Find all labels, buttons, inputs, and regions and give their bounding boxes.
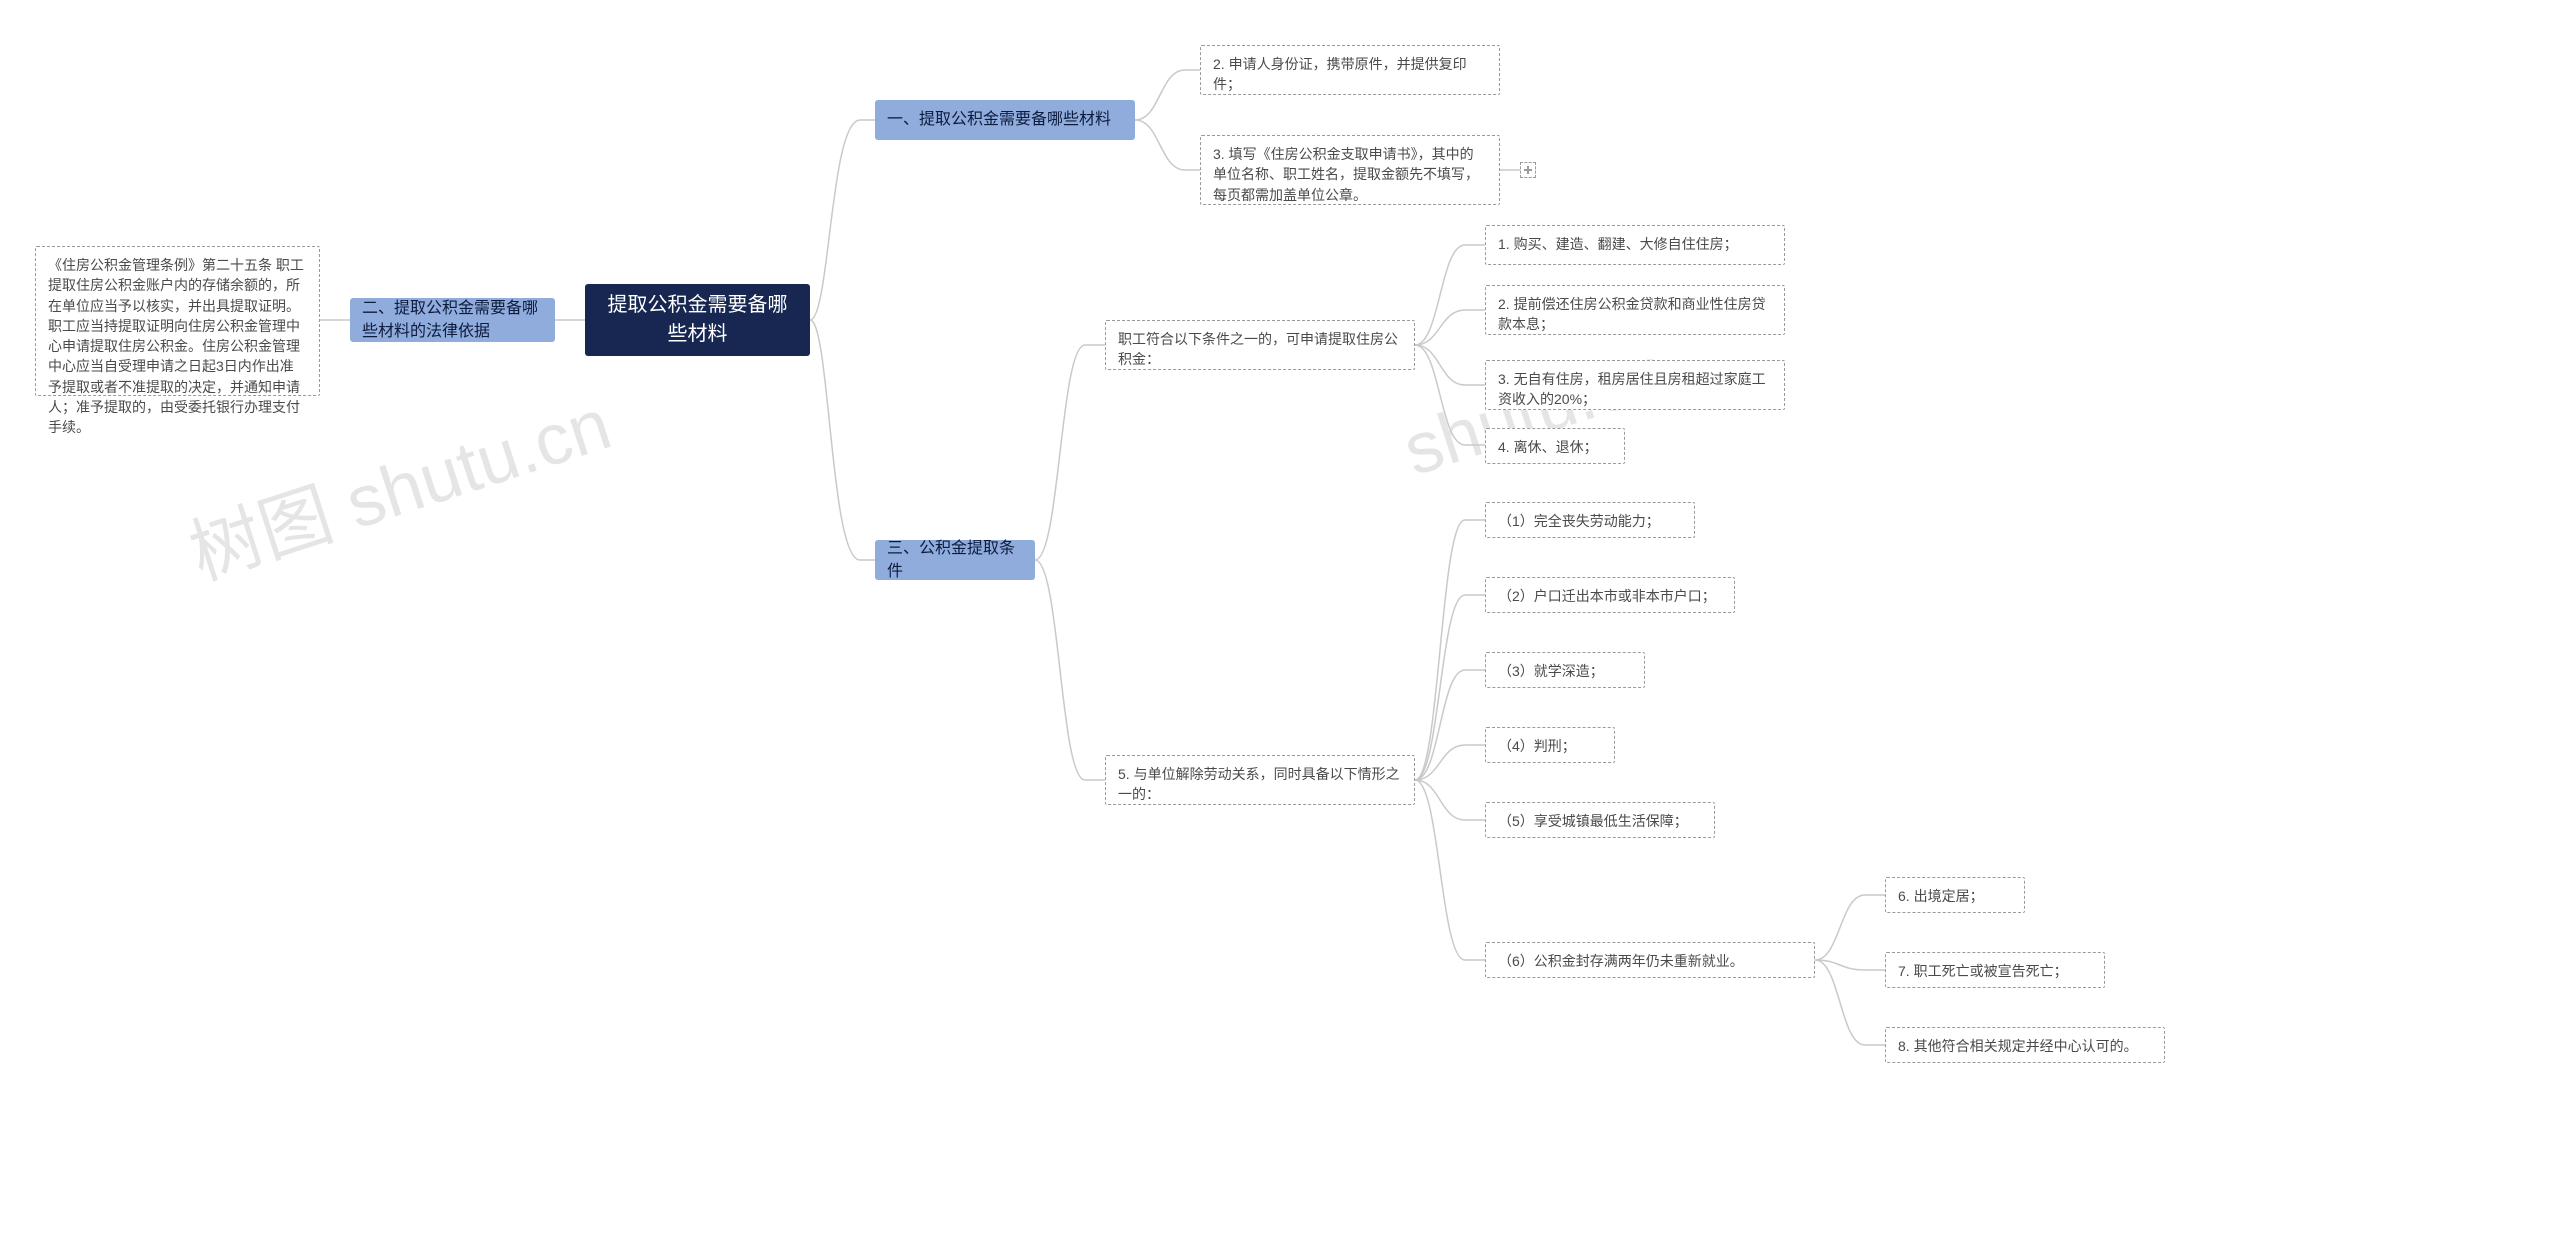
group-a-item-4[interactable]: 4. 离休、退休； xyxy=(1485,428,1625,464)
extra-item-7-text: 7. 职工死亡或被宣告死亡； xyxy=(1898,963,2068,979)
branch-2-legal-basis[interactable]: 二、提取公积金需要备哪些材料的法律依据 xyxy=(350,298,555,342)
branch-2-detail-text: 《住房公积金管理条例》第二十五条 职工提取住房公积金账户内的存储余额的，所在单位… xyxy=(48,257,304,435)
extra-item-6-text: 6. 出境定居； xyxy=(1898,888,1984,904)
group-a-item-3-text: 3. 无自有住房，租房居住且房租超过家庭工资收入的20%； xyxy=(1498,371,1766,407)
watermark-text: shutu.cn xyxy=(1394,330,1678,492)
group-a-item-2[interactable]: 2. 提前偿还住房公积金贷款和商业性住房贷款本息； xyxy=(1485,285,1785,335)
group-a-item-4-text: 4. 离休、退休； xyxy=(1498,439,1598,455)
group-a-header-text: 职工符合以下条件之一的，可申请提取住房公积金： xyxy=(1118,331,1398,367)
group-b-item-1-text: （1）完全丧失劳动能力； xyxy=(1498,513,1660,529)
extra-item-7[interactable]: 7. 职工死亡或被宣告死亡； xyxy=(1885,952,2105,988)
extra-item-6[interactable]: 6. 出境定居； xyxy=(1885,877,2025,913)
branch-1-materials[interactable]: 一、提取公积金需要备哪些材料 xyxy=(875,100,1135,140)
group-b-item-6[interactable]: （6）公积金封存满两年仍未重新就业。 xyxy=(1485,942,1815,978)
branch-1-item-3[interactable]: 3. 填写《住房公积金支取申请书》，其中的单位名称、职工姓名，提取金额先不填写，… xyxy=(1200,135,1500,205)
branch-3-title: 三、公积金提取条件 xyxy=(887,537,1023,583)
group-b-item-4[interactable]: （4）判刑； xyxy=(1485,727,1615,763)
group-a-item-1[interactable]: 1. 购买、建造、翻建、大修自住住房； xyxy=(1485,225,1785,265)
group-b-item-3-text: （3）就学深造； xyxy=(1498,663,1604,679)
expand-toggle-icon[interactable] xyxy=(1520,162,1536,178)
root-title: 提取公积金需要备哪些材料 xyxy=(599,291,796,349)
branch-1-item-2[interactable]: 2. 申请人身份证，携带原件，并提供复印件； xyxy=(1200,45,1500,95)
extra-item-8[interactable]: 8. 其他符合相关规定并经中心认可的。 xyxy=(1885,1027,2165,1063)
group-b-item-6-text: （6）公积金封存满两年仍未重新就业。 xyxy=(1498,953,1744,969)
group-a-header[interactable]: 职工符合以下条件之一的，可申请提取住房公积金： xyxy=(1105,320,1415,370)
group-b-item-2[interactable]: （2）户口迁出本市或非本市户口； xyxy=(1485,577,1735,613)
group-b-item-5[interactable]: （5）享受城镇最低生活保障； xyxy=(1485,802,1715,838)
group-a-item-2-text: 2. 提前偿还住房公积金贷款和商业性住房贷款本息； xyxy=(1498,296,1766,332)
group-b-item-4-text: （4）判刑； xyxy=(1498,738,1576,754)
branch-2-title: 二、提取公积金需要备哪些材料的法律依据 xyxy=(362,297,543,343)
mindmap-root[interactable]: 提取公积金需要备哪些材料 xyxy=(585,284,810,356)
branch-1-title: 一、提取公积金需要备哪些材料 xyxy=(887,108,1111,131)
group-b-item-1[interactable]: （1）完全丧失劳动能力； xyxy=(1485,502,1695,538)
group-b-item-3[interactable]: （3）就学深造； xyxy=(1485,652,1645,688)
group-b-header-text: 5. 与单位解除劳动关系，同时具备以下情形之一的： xyxy=(1118,766,1400,802)
branch-1-item-2-text: 2. 申请人身份证，携带原件，并提供复印件； xyxy=(1213,56,1467,92)
group-b-item-5-text: （5）享受城镇最低生活保障； xyxy=(1498,813,1688,829)
group-a-item-3[interactable]: 3. 无自有住房，租房居住且房租超过家庭工资收入的20%； xyxy=(1485,360,1785,410)
group-b-item-2-text: （2）户口迁出本市或非本市户口； xyxy=(1498,588,1716,604)
branch-3-conditions[interactable]: 三、公积金提取条件 xyxy=(875,540,1035,580)
group-b-header[interactable]: 5. 与单位解除劳动关系，同时具备以下情形之一的： xyxy=(1105,755,1415,805)
extra-item-8-text: 8. 其他符合相关规定并经中心认可的。 xyxy=(1898,1038,2138,1054)
branch-2-detail[interactable]: 《住房公积金管理条例》第二十五条 职工提取住房公积金账户内的存储余额的，所在单位… xyxy=(35,246,320,396)
group-a-item-1-text: 1. 购买、建造、翻建、大修自住住房； xyxy=(1498,236,1738,252)
branch-1-item-3-text: 3. 填写《住房公积金支取申请书》，其中的单位名称、职工姓名，提取金额先不填写，… xyxy=(1213,146,1479,203)
